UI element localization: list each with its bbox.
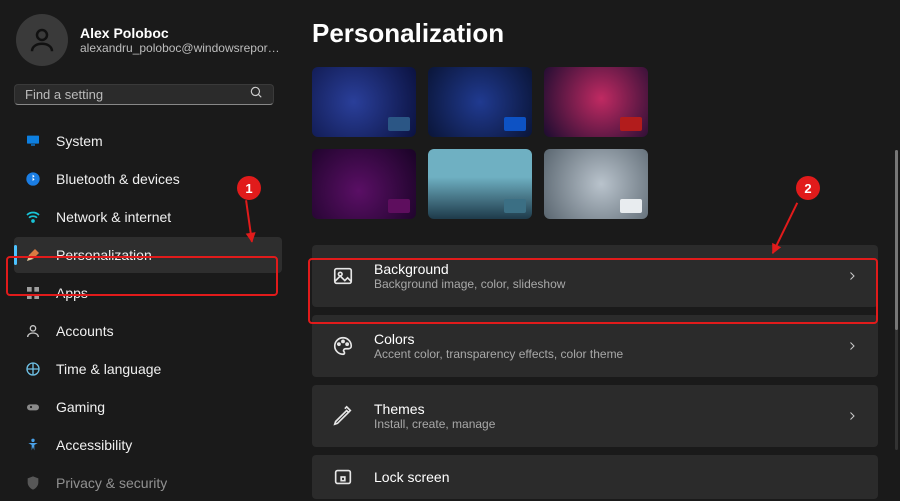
sidebar-item-label: Personalization <box>56 247 152 263</box>
sidebar: Alex Poloboc alexandru_poloboc@windowsre… <box>0 0 290 500</box>
scrollbar-thumb[interactable] <box>895 150 898 330</box>
sidebar-item-network[interactable]: Network & internet <box>14 199 282 235</box>
settings-row-themes[interactable]: Themes Install, create, manage <box>312 385 878 447</box>
grid-icon <box>24 284 42 302</box>
theme-thumbnail[interactable] <box>428 149 532 219</box>
page-title: Personalization <box>312 18 878 49</box>
row-title: Themes <box>374 401 826 417</box>
chevron-right-icon <box>844 338 860 354</box>
sidebar-item-label: Privacy & security <box>56 475 167 491</box>
pen-icon <box>330 403 356 429</box>
palette-icon <box>330 333 356 359</box>
scrollbar[interactable] <box>895 150 898 450</box>
gamepad-icon <box>24 398 42 416</box>
sidebar-item-system[interactable]: System <box>14 123 282 159</box>
theme-thumbnail[interactable] <box>544 149 648 219</box>
clock-globe-icon <box>24 360 42 378</box>
accessibility-icon <box>24 436 42 454</box>
sidebar-item-label: Accounts <box>56 323 114 339</box>
chevron-right-icon <box>844 268 860 284</box>
sidebar-item-accounts[interactable]: Accounts <box>14 313 282 349</box>
row-title: Background <box>374 261 826 277</box>
shield-icon <box>24 474 42 492</box>
theme-thumbnail-grid <box>312 67 878 219</box>
row-title: Colors <box>374 331 826 347</box>
sidebar-item-gaming[interactable]: Gaming <box>14 389 282 425</box>
sidebar-item-label: Accessibility <box>56 437 132 453</box>
sidebar-item-accessibility[interactable]: Accessibility <box>14 427 282 463</box>
search-input[interactable] <box>25 87 249 102</box>
avatar <box>16 14 68 66</box>
sidebar-item-time-language[interactable]: Time & language <box>14 351 282 387</box>
sidebar-item-label: Bluetooth & devices <box>56 171 180 187</box>
theme-thumbnail[interactable] <box>544 67 648 137</box>
sidebar-item-personalization[interactable]: Personalization <box>14 237 282 273</box>
settings-row-background[interactable]: Background Background image, color, slid… <box>312 245 878 307</box>
theme-thumbnail[interactable] <box>312 149 416 219</box>
main-panel: Personalization Background Background im… <box>290 0 900 500</box>
search-icon <box>249 85 263 104</box>
settings-list: Background Background image, color, slid… <box>312 245 878 499</box>
profile-block[interactable]: Alex Poloboc alexandru_poloboc@windowsre… <box>14 14 282 66</box>
theme-thumbnail[interactable] <box>428 67 532 137</box>
image-icon <box>330 263 356 289</box>
row-title: Lock screen <box>374 469 860 485</box>
brush-icon <box>24 246 42 264</box>
sidebar-item-label: System <box>56 133 103 149</box>
sidebar-item-apps[interactable]: Apps <box>14 275 282 311</box>
sidebar-item-label: Gaming <box>56 399 105 415</box>
wifi-icon <box>24 208 42 226</box>
row-subtitle: Background image, color, slideshow <box>374 277 826 291</box>
monitor-icon <box>24 132 42 150</box>
person-icon <box>24 322 42 340</box>
settings-row-lockscreen[interactable]: Lock screen <box>312 455 878 499</box>
search-box[interactable] <box>14 84 274 105</box>
settings-row-colors[interactable]: Colors Accent color, transparency effect… <box>312 315 878 377</box>
profile-name: Alex Poloboc <box>80 25 280 41</box>
row-subtitle: Install, create, manage <box>374 417 826 431</box>
bluetooth-icon <box>24 170 42 188</box>
lock-icon <box>330 464 356 490</box>
sidebar-item-label: Apps <box>56 285 88 301</box>
sidebar-item-label: Time & language <box>56 361 161 377</box>
annotation-callout-2: 2 <box>796 176 820 200</box>
chevron-right-icon <box>844 408 860 424</box>
theme-thumbnail[interactable] <box>312 67 416 137</box>
sidebar-item-label: Network & internet <box>56 209 171 225</box>
sidebar-item-privacy[interactable]: Privacy & security <box>14 465 282 501</box>
row-subtitle: Accent color, transparency effects, colo… <box>374 347 826 361</box>
profile-email: alexandru_poloboc@windowsreport... <box>80 41 280 55</box>
annotation-callout-1: 1 <box>237 176 261 200</box>
